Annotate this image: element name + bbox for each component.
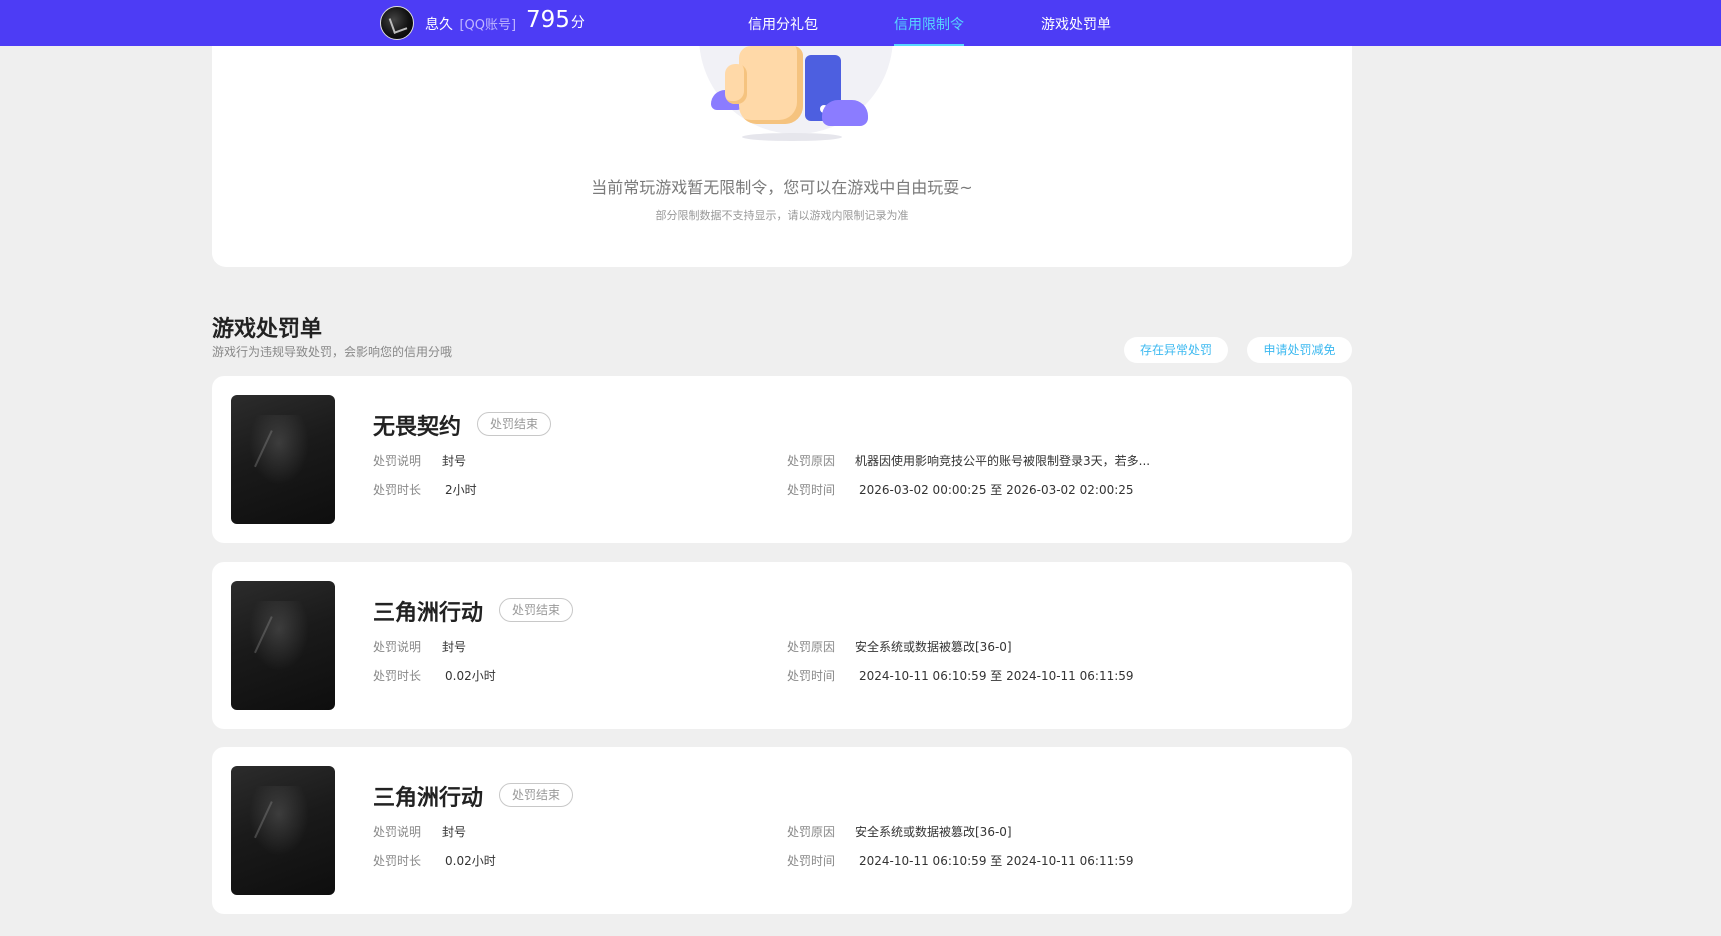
- duration-value: 0.02小时: [445, 669, 496, 683]
- game-name: 无畏契约: [373, 415, 462, 440]
- time-label: 处罚时间: [787, 483, 836, 497]
- account-type: [QQ账号]: [459, 18, 517, 33]
- status-badge: 处罚结束: [477, 412, 552, 436]
- username-text: 息久: [425, 17, 453, 33]
- credit-score-value: 795: [526, 7, 570, 33]
- time-label: 处罚时间: [787, 854, 836, 868]
- status-badge: 处罚结束: [499, 783, 574, 807]
- game-name: 三角洲行动: [373, 786, 484, 811]
- desc-value: 封号: [442, 640, 467, 654]
- desc-value: 封号: [442, 454, 467, 468]
- reason-label: 处罚原因: [787, 454, 836, 468]
- abnormal-penalty-button[interactable]: 存在异常处罚: [1124, 337, 1228, 363]
- game-name: 三角洲行动: [373, 601, 484, 626]
- duration-label: 处罚时长: [373, 483, 422, 497]
- section-title: 游戏处罚单: [212, 317, 323, 342]
- game-thumbnail: [231, 581, 335, 710]
- tab-game-penalty[interactable]: 游戏处罚单: [1041, 14, 1111, 34]
- time-value: 2026-03-02 00:00:25 至 2026-03-02 02:00:2…: [859, 483, 1134, 497]
- tab-credit-gift[interactable]: 信用分礼包: [748, 14, 818, 34]
- penalty-card[interactable]: 三角洲行动 处罚结束 处罚说明 封号 处罚时长 0.02小时 处罚原因 安全系统…: [212, 562, 1352, 729]
- desc-label: 处罚说明: [373, 454, 422, 468]
- duration-value: 0.02小时: [445, 854, 496, 868]
- user-name: 息久 [QQ账号]: [425, 14, 516, 34]
- duration-label: 处罚时长: [373, 669, 422, 683]
- top-nav: 息久 [QQ账号] 795分 信用分礼包 信用限制令 游戏处罚单: [0, 0, 1721, 46]
- reason-value: 机器因使用影响竞技公平的账号被限制登录3天，若多...: [855, 454, 1151, 468]
- reason-value: 安全系统或数据被篡改[36-0]: [855, 825, 1012, 839]
- section-subtitle: 游戏行为违规导致处罚，会影响您的信用分哦: [212, 345, 453, 359]
- duration-label: 处罚时长: [373, 854, 422, 868]
- desc-label: 处罚说明: [373, 640, 422, 654]
- credit-score-unit: 分: [570, 15, 585, 31]
- penalty-card[interactable]: 无畏契约 处罚结束 处罚说明 封号 处罚时长 2小时 处罚原因 机器因使用影响竞…: [212, 376, 1352, 543]
- reason-label: 处罚原因: [787, 640, 836, 654]
- desc-label: 处罚说明: [373, 825, 422, 839]
- reason-value: 安全系统或数据被篡改[36-0]: [855, 640, 1012, 654]
- penalty-card[interactable]: 三角洲行动 处罚结束 处罚说明 封号 处罚时长 0.02小时 处罚原因 安全系统…: [212, 747, 1352, 914]
- reason-label: 处罚原因: [787, 825, 836, 839]
- restriction-note: 部分限制数据不支持显示，请以游戏内限制记录为准: [655, 209, 909, 222]
- time-value: 2024-10-11 06:10:59 至 2024-10-11 06:11:5…: [859, 854, 1134, 868]
- duration-value: 2小时: [445, 483, 477, 497]
- time-value: 2024-10-11 06:10:59 至 2024-10-11 06:11:5…: [859, 669, 1134, 683]
- tab-credit-restriction[interactable]: 信用限制令: [894, 14, 964, 46]
- page: 息久 [QQ账号] 795分 信用分礼包 信用限制令 游戏处罚单 当前常玩游戏暂…: [0, 0, 1721, 936]
- desc-value: 封号: [442, 825, 467, 839]
- avatar[interactable]: [380, 6, 414, 40]
- time-label: 处罚时间: [787, 669, 836, 683]
- empty-restriction-message: 当前常玩游戏暂无限制令，您可以在游戏中自由玩耍~: [591, 178, 973, 197]
- status-badge: 处罚结束: [499, 598, 574, 622]
- game-thumbnail: [231, 766, 335, 895]
- credit-score: 795分: [526, 7, 585, 33]
- appeal-penalty-button[interactable]: 申请处罚减免: [1247, 337, 1352, 363]
- game-thumbnail: [231, 395, 335, 524]
